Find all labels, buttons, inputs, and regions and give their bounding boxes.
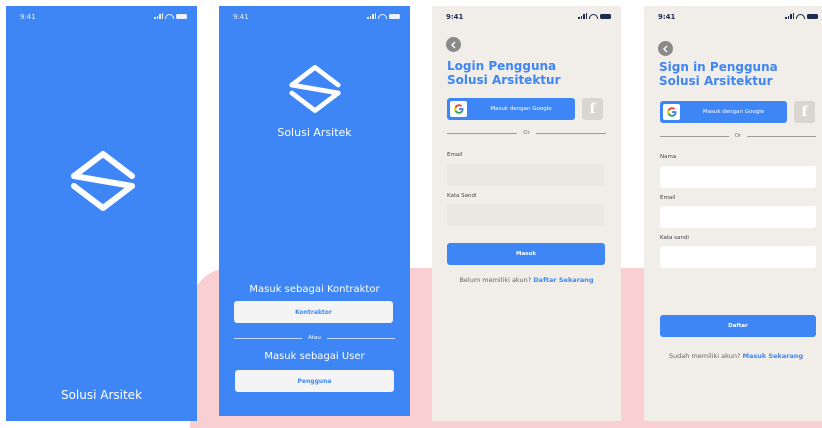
status-bar: 9:41 [16,13,187,25]
page-title-line2: Solusi Arsitektur [659,74,773,88]
password-field[interactable] [660,246,816,268]
or-divider: Atau [234,335,395,341]
google-signup-label: Masuk dengan Google [702,109,765,115]
email-field[interactable] [447,164,604,186]
back-button[interactable] [446,37,461,52]
user-heading: Masuk sebagai User [264,351,365,362]
email-label: Email [660,195,676,201]
signup-link[interactable]: Daftar Sekarang [533,276,593,284]
battery-icon [600,13,611,19]
google-icon [450,101,467,117]
google-icon [663,104,680,120]
login-screen: 9:41 Login Pengguna Solusi Arsitektur Ma… [432,6,621,421]
facebook-login-button[interactable]: f [582,98,603,120]
login-prompt-text: Sudah memiliki akun? [668,352,741,360]
page-title: Sign in Pengguna Solusi Arsitektur [659,60,778,88]
battery-icon [176,13,187,19]
app-logo-icon [289,65,341,113]
or-divider-label: Or [523,130,530,136]
name-field[interactable] [660,166,816,188]
signup-prompt: Belum memiliki akun? Daftar Sekarang [432,276,621,284]
battery-icon [807,13,818,19]
app-name-label: Solusi Arsitek [60,388,143,402]
battery-icon [389,13,400,19]
signup-button[interactable]: Daftar [660,315,816,337]
google-login-label: Masuk dengan Google [490,106,552,112]
login-prompt: Sudah memiliki akun? Masuk Sekarang [644,352,822,360]
facebook-icon: f [801,104,808,120]
status-time: 9:41 [446,13,464,21]
login-link[interactable]: Masuk Sekarang [742,352,803,360]
signup-screen: 9:41 Sign in Pengguna Solusi Arsitektur … [644,6,822,421]
or-divider-label: Atau [308,335,321,341]
status-bar: 9:41 [229,13,400,25]
status-time: 9:41 [658,13,676,21]
signal-icon [154,13,163,19]
email-field[interactable] [660,206,816,228]
wifi-icon [589,13,598,19]
facebook-signup-button[interactable]: f [794,101,815,123]
user-button[interactable]: Pengguna [235,370,394,392]
contractor-button[interactable]: Kontraktor [234,301,393,323]
password-field[interactable] [447,204,604,226]
status-bar: 9:41 [442,13,611,25]
wifi-icon [796,13,805,19]
signal-icon [578,13,587,19]
back-button[interactable] [658,41,673,56]
facebook-icon: f [589,101,596,117]
password-label: Kata Sandi [447,193,477,199]
status-bar: 9:41 [654,13,818,25]
or-divider-label: Or [734,133,742,139]
signal-icon [785,13,794,19]
wifi-icon [165,13,174,19]
google-signup-button[interactable]: Masuk dengan Google [660,101,787,123]
page-title: Login Pengguna Solusi Arsitektur [447,59,561,87]
google-login-button[interactable]: Masuk dengan Google [447,98,575,120]
signal-icon [367,13,376,19]
splash-screen: 9:41 Solusi Arsitek [6,6,197,421]
or-divider: Or [660,133,816,139]
or-divider: Or [447,130,606,136]
contractor-heading: Masuk sebagai Kontraktor [249,284,380,295]
role-select-screen: 9:41 Solusi Arsitek Masuk sebagai Kontra… [219,6,410,416]
status-time: 9:41 [233,13,249,21]
login-button[interactable]: Masuk [447,243,605,265]
back-arrow-icon [450,41,455,48]
password-label: Kata sandi [660,235,689,241]
wifi-icon [378,13,387,19]
app-logo-icon [71,151,135,211]
signup-prompt-text: Belum memiliki akun? [459,276,532,284]
app-name-label: Solusi Arsitek [277,126,352,139]
email-label: Email [447,152,463,158]
status-time: 9:41 [20,13,36,21]
name-label: Nama [660,154,677,160]
page-title-line1: Sign in Pengguna [659,60,778,74]
page-title-line2: Solusi Arsitektur [447,73,561,87]
page-title-line1: Login Pengguna [447,59,557,73]
back-arrow-icon [662,45,667,52]
